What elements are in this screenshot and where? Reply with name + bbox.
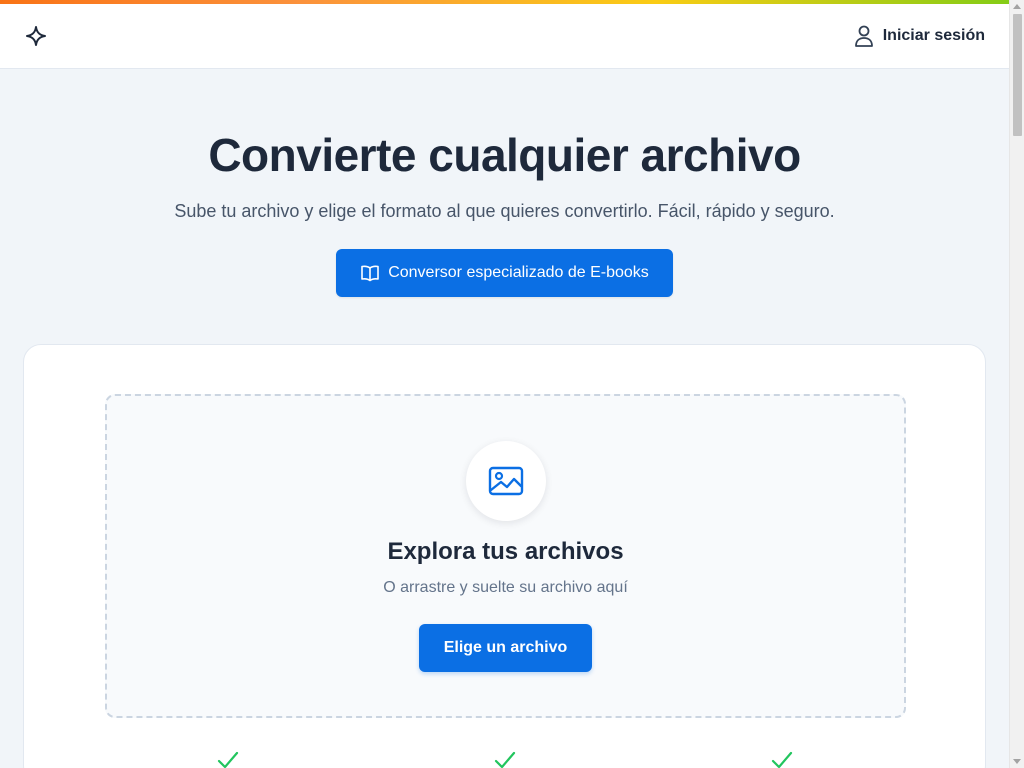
file-dropzone[interactable]: Explora tus archivos O arrastre y suelte… — [105, 394, 906, 718]
login-label: Iniciar sesión — [882, 27, 985, 44]
sparkle-icon[interactable] — [25, 25, 47, 47]
choose-file-button[interactable]: Elige un archivo — [419, 624, 592, 672]
check-icon — [217, 751, 239, 768]
vertical-scrollbar[interactable] — [1009, 0, 1024, 768]
check-icon — [494, 751, 516, 768]
login-button[interactable]: Iniciar sesión — [853, 23, 985, 49]
user-icon — [854, 25, 873, 47]
book-open-icon — [361, 265, 380, 282]
ebook-converter-label: Conversor especializado de E-books — [388, 264, 649, 281]
scrollbar-thumb[interactable] — [1013, 14, 1022, 136]
upload-card: Explora tus archivos O arrastre y suelte… — [23, 344, 986, 768]
page-subtitle: Sube tu archivo y elige el formato al qu… — [174, 201, 835, 221]
ebook-converter-button[interactable]: Conversor especializado de E-books — [336, 249, 673, 297]
dropzone-hint: O arrastre y suelte su archivo aquí — [383, 579, 628, 596]
upload-icon-badge — [466, 441, 546, 521]
page-title: Convierte cualquier archivo — [208, 129, 801, 181]
scroll-up-arrow-icon[interactable] — [1013, 4, 1021, 9]
dropzone-title: Explora tus archivos — [387, 538, 624, 565]
image-icon — [488, 466, 524, 496]
scroll-down-arrow-icon[interactable] — [1013, 759, 1021, 764]
site-header: Iniciar sesión — [0, 4, 1009, 69]
check-icon — [771, 751, 793, 768]
